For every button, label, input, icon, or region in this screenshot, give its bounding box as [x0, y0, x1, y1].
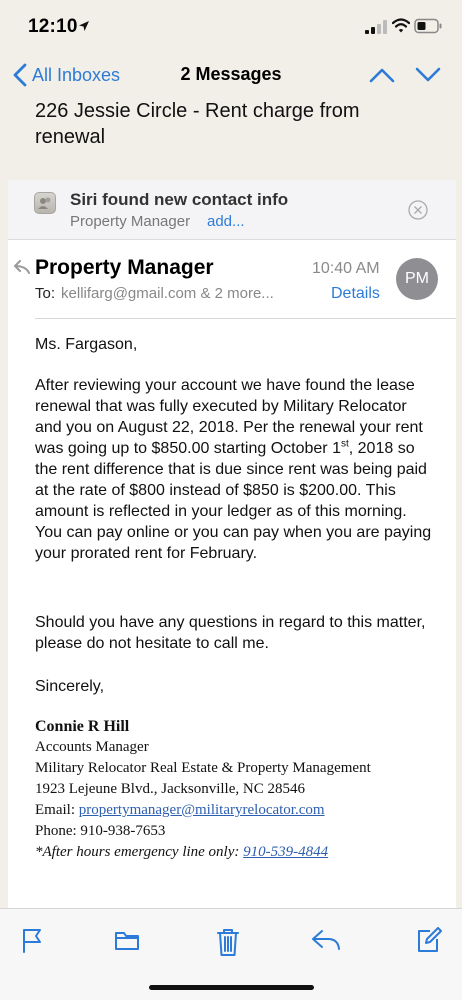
siri-add-contact-link[interactable]: add... — [207, 213, 245, 230]
battery-icon — [414, 18, 442, 34]
contacts-icon — [34, 192, 56, 214]
previous-message-chevron-up-icon[interactable] — [368, 64, 396, 86]
chevron-left-icon — [13, 63, 27, 87]
folder-icon[interactable] — [114, 927, 140, 953]
cellular-signal-icon — [365, 20, 387, 34]
home-indicator[interactable] — [149, 985, 314, 990]
flag-icon[interactable] — [20, 927, 46, 953]
emergency-phone-link[interactable]: 910-539-4844 — [243, 844, 328, 860]
signature-name: Connie R Hill — [35, 718, 130, 735]
recipients-row[interactable]: To: kellifarg@gmail.com & 2 more... — [35, 285, 274, 302]
message-card: Siri found new contact info Property Man… — [8, 180, 456, 910]
email-signature: Connie R Hill Accounts Manager Military … — [35, 716, 445, 863]
message-time: 10:40 AM — [312, 260, 380, 277]
email-greeting: Ms. Fargason, — [35, 336, 138, 353]
signature-email-row: Email: propertymanager@militaryrelocator… — [35, 802, 325, 818]
status-time: 12:10 — [28, 16, 78, 37]
status-bar: 12:10 — [0, 0, 462, 52]
signature-address: 1923 Lejeune Blvd., Jacksonville, NC 285… — [35, 781, 305, 797]
sender-name[interactable]: Property Manager — [35, 256, 214, 280]
signature-emergency-row: *After hours emergency line only: 910-53… — [35, 844, 329, 860]
header-divider — [35, 318, 456, 319]
location-arrow-icon — [79, 21, 89, 31]
siri-suggestion-banner: Siri found new contact info Property Man… — [8, 180, 456, 240]
signature-email-link[interactable]: propertymanager@militaryrelocator.com — [79, 802, 325, 818]
email-closing: Sincerely, — [35, 678, 105, 695]
to-label: To: — [35, 285, 56, 302]
wifi-icon — [392, 18, 410, 33]
recipients: kellifarg@gmail.com & 2 more... — [61, 285, 274, 302]
siri-contact-name: Property Manager — [70, 213, 191, 230]
email-paragraph-2: Should you have any questions in regard … — [35, 614, 426, 652]
email-paragraph-1: After reviewing your account we have fou… — [35, 377, 432, 562]
signature-phone: Phone: 910-938-7653 — [35, 823, 166, 839]
back-button[interactable]: All Inboxes — [12, 62, 120, 88]
email-subject: 226 Jessie Circle - Rent charge from ren… — [35, 100, 360, 148]
reply-icon[interactable] — [311, 927, 341, 953]
signature-title: Accounts Manager — [35, 739, 149, 755]
trash-icon[interactable] — [216, 927, 240, 957]
signature-company: Military Relocator Real Estate & Propert… — [35, 760, 371, 776]
next-message-chevron-down-icon[interactable] — [414, 64, 442, 86]
replied-indicator-icon — [14, 260, 30, 274]
close-icon[interactable] — [408, 200, 428, 220]
details-link[interactable]: Details — [331, 285, 380, 303]
back-label: All Inboxes — [32, 64, 121, 85]
avatar[interactable]: PM — [396, 258, 438, 300]
siri-banner-title: Siri found new contact info — [70, 190, 289, 209]
compose-icon[interactable] — [416, 927, 442, 953]
